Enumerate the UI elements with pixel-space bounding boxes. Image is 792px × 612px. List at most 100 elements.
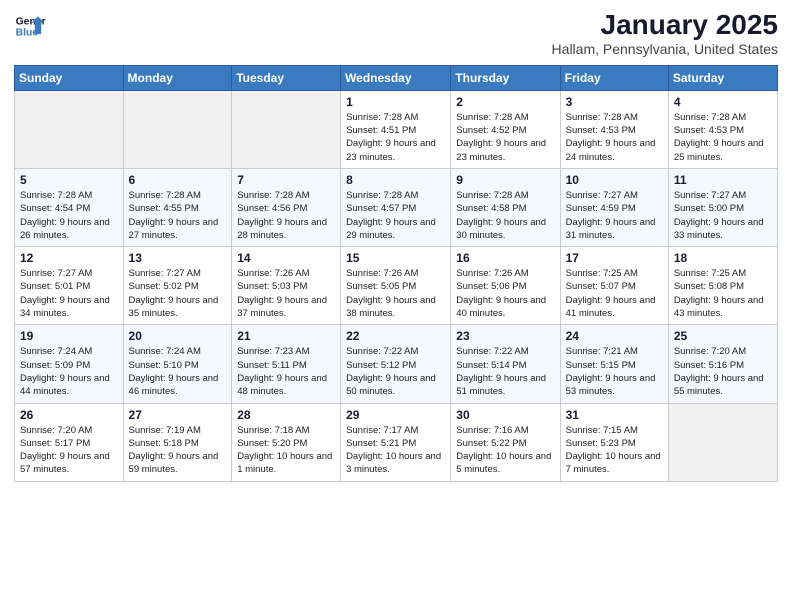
cell-day-number: 31 <box>566 408 663 422</box>
cell-day-number: 12 <box>20 251 118 265</box>
cell-day-number: 24 <box>566 329 663 343</box>
cell-day-number: 20 <box>129 329 227 343</box>
calendar-cell: 25Sunrise: 7:20 AM Sunset: 5:16 PM Dayli… <box>668 325 777 403</box>
calendar-cell: 30 Sunrise: 7:16 AM Sunset: 5:22 PM Dayli… <box>451 403 560 481</box>
cell-info-text: Sunrise: 7:28 AM Sunset: 4:57 PM Dayligh… <box>346 189 445 242</box>
cell-info-text: Sunrise: 7:28 AM Sunset: 4:56 PM Dayligh… <box>237 189 335 242</box>
cell-info-text: Sunrise: 7:26 AM Sunset: 5:05 PM Dayligh… <box>346 267 445 320</box>
cell-day-number: 2 <box>456 95 554 109</box>
calendar-cell: 22 Sunrise: 7:22 AM Sunset: 5:12 PM Dayli… <box>341 325 451 403</box>
logo-icon: General Blue <box>14 10 46 42</box>
cell-day-number: 5 <box>20 173 118 187</box>
cell-info-text: Sunrise: 7:16 AM Sunset: 5:22 PM Dayligh… <box>456 424 554 477</box>
weekday-header-monday: Monday <box>123 65 232 90</box>
calendar-cell: 12 Sunrise: 7:27 AM Sunset: 5:01 PM Dayli… <box>15 247 124 325</box>
cell-day-number: 28 <box>237 408 335 422</box>
cell-info-text: Sunrise: 7:25 AM Sunset: 5:08 PM Dayligh… <box>674 267 772 320</box>
calendar-table: SundayMondayTuesdayWednesdayThursdayFrid… <box>14 65 778 482</box>
calendar-cell: 1 Sunrise: 7:28 AM Sunset: 4:51 PM Daylig… <box>341 90 451 168</box>
cell-info-text: Sunrise: 7:24 AM Sunset: 5:10 PM Dayligh… <box>129 345 227 398</box>
cell-day-number: 22 <box>346 329 445 343</box>
weekday-header-row: SundayMondayTuesdayWednesdayThursdayFrid… <box>15 65 778 90</box>
calendar-cell: 18Sunrise: 7:25 AM Sunset: 5:08 PM Dayli… <box>668 247 777 325</box>
cell-day-number: 19 <box>20 329 118 343</box>
cell-info-text: Sunrise: 7:27 AM Sunset: 4:59 PM Dayligh… <box>566 189 663 242</box>
cell-day-number: 11 <box>674 173 772 187</box>
calendar-cell: 3 Sunrise: 7:28 AM Sunset: 4:53 PM Daylig… <box>560 90 668 168</box>
cell-info-text: Sunrise: 7:28 AM Sunset: 4:52 PM Dayligh… <box>456 111 554 164</box>
calendar-body: 1 Sunrise: 7:28 AM Sunset: 4:51 PM Daylig… <box>15 90 778 481</box>
cell-info-text: Sunrise: 7:27 AM Sunset: 5:02 PM Dayligh… <box>129 267 227 320</box>
calendar-week-3: 12 Sunrise: 7:27 AM Sunset: 5:01 PM Dayli… <box>15 247 778 325</box>
cell-day-number: 7 <box>237 173 335 187</box>
calendar-cell: 19 Sunrise: 7:24 AM Sunset: 5:09 PM Dayli… <box>15 325 124 403</box>
cell-info-text: Sunrise: 7:20 AM Sunset: 5:16 PM Dayligh… <box>674 345 772 398</box>
weekday-header-thursday: Thursday <box>451 65 560 90</box>
calendar-header: SundayMondayTuesdayWednesdayThursdayFrid… <box>15 65 778 90</box>
calendar-cell: 9 Sunrise: 7:28 AM Sunset: 4:58 PM Daylig… <box>451 168 560 246</box>
calendar-subtitle: Hallam, Pennsylvania, United States <box>552 41 778 57</box>
weekday-header-friday: Friday <box>560 65 668 90</box>
calendar-cell <box>232 90 341 168</box>
cell-info-text: Sunrise: 7:20 AM Sunset: 5:17 PM Dayligh… <box>20 424 118 477</box>
cell-info-text: Sunrise: 7:28 AM Sunset: 4:54 PM Dayligh… <box>20 189 118 242</box>
calendar-cell: 23Sunrise: 7:22 AM Sunset: 5:14 PM Dayli… <box>451 325 560 403</box>
calendar-cell: 15 Sunrise: 7:26 AM Sunset: 5:05 PM Dayli… <box>341 247 451 325</box>
cell-day-number: 30 <box>456 408 554 422</box>
cell-day-number: 14 <box>237 251 335 265</box>
calendar-cell: 20 Sunrise: 7:24 AM Sunset: 5:10 PM Dayli… <box>123 325 232 403</box>
cell-day-number: 4 <box>674 95 772 109</box>
cell-info-text: Sunrise: 7:17 AM Sunset: 5:21 PM Dayligh… <box>346 424 445 477</box>
cell-info-text: Sunrise: 7:18 AM Sunset: 5:20 PM Dayligh… <box>237 424 335 477</box>
calendar-cell: 10 Sunrise: 7:27 AM Sunset: 4:59 PM Dayli… <box>560 168 668 246</box>
cell-day-number: 13 <box>129 251 227 265</box>
cell-day-number: 15 <box>346 251 445 265</box>
cell-day-number: 10 <box>566 173 663 187</box>
cell-info-text: Sunrise: 7:19 AM Sunset: 5:18 PM Dayligh… <box>129 424 227 477</box>
cell-day-number: 21 <box>237 329 335 343</box>
cell-info-text: Sunrise: 7:27 AM Sunset: 5:01 PM Dayligh… <box>20 267 118 320</box>
weekday-header-wednesday: Wednesday <box>341 65 451 90</box>
calendar-cell: 28 Sunrise: 7:18 AM Sunset: 5:20 PM Dayli… <box>232 403 341 481</box>
calendar-cell: 4 Sunrise: 7:28 AM Sunset: 4:53 PM Daylig… <box>668 90 777 168</box>
cell-info-text: Sunrise: 7:28 AM Sunset: 4:58 PM Dayligh… <box>456 189 554 242</box>
calendar-cell: 11 Sunrise: 7:27 AM Sunset: 5:00 PM Dayli… <box>668 168 777 246</box>
cell-info-text: Sunrise: 7:26 AM Sunset: 5:03 PM Dayligh… <box>237 267 335 320</box>
calendar-cell: 17 Sunrise: 7:25 AM Sunset: 5:07 PM Dayli… <box>560 247 668 325</box>
calendar-cell: 26 Sunrise: 7:20 AM Sunset: 5:17 PM Dayli… <box>15 403 124 481</box>
weekday-header-tuesday: Tuesday <box>232 65 341 90</box>
cell-day-number: 29 <box>346 408 445 422</box>
calendar-cell <box>15 90 124 168</box>
cell-info-text: Sunrise: 7:27 AM Sunset: 5:00 PM Dayligh… <box>674 189 772 242</box>
calendar-cell: 13 Sunrise: 7:27 AM Sunset: 5:02 PM Dayli… <box>123 247 232 325</box>
cell-info-text: Sunrise: 7:28 AM Sunset: 4:51 PM Dayligh… <box>346 111 445 164</box>
calendar-cell <box>668 403 777 481</box>
weekday-header-sunday: Sunday <box>15 65 124 90</box>
cell-day-number: 17 <box>566 251 663 265</box>
cell-day-number: 23 <box>456 329 554 343</box>
page: General Blue January 2025 Hallam, Pennsy… <box>0 0 792 612</box>
calendar-cell: 27 Sunrise: 7:19 AM Sunset: 5:18 PM Dayli… <box>123 403 232 481</box>
calendar-cell: 8 Sunrise: 7:28 AM Sunset: 4:57 PM Daylig… <box>341 168 451 246</box>
calendar-cell: 29 Sunrise: 7:17 AM Sunset: 5:21 PM Dayli… <box>341 403 451 481</box>
cell-info-text: Sunrise: 7:23 AM Sunset: 5:11 PM Dayligh… <box>237 345 335 398</box>
calendar-cell: 6Sunrise: 7:28 AM Sunset: 4:55 PM Daylig… <box>123 168 232 246</box>
cell-day-number: 27 <box>129 408 227 422</box>
calendar-cell: 7 Sunrise: 7:28 AM Sunset: 4:56 PM Daylig… <box>232 168 341 246</box>
logo: General Blue <box>14 10 46 42</box>
cell-day-number: 9 <box>456 173 554 187</box>
cell-day-number: 3 <box>566 95 663 109</box>
calendar-week-5: 26 Sunrise: 7:20 AM Sunset: 5:17 PM Dayli… <box>15 403 778 481</box>
cell-day-number: 8 <box>346 173 445 187</box>
cell-info-text: Sunrise: 7:26 AM Sunset: 5:06 PM Dayligh… <box>456 267 554 320</box>
calendar-cell: 16Sunrise: 7:26 AM Sunset: 5:06 PM Dayli… <box>451 247 560 325</box>
cell-day-number: 1 <box>346 95 445 109</box>
cell-info-text: Sunrise: 7:24 AM Sunset: 5:09 PM Dayligh… <box>20 345 118 398</box>
cell-day-number: 26 <box>20 408 118 422</box>
cell-info-text: Sunrise: 7:25 AM Sunset: 5:07 PM Dayligh… <box>566 267 663 320</box>
cell-info-text: Sunrise: 7:28 AM Sunset: 4:53 PM Dayligh… <box>566 111 663 164</box>
title-block: January 2025 Hallam, Pennsylvania, Unite… <box>552 10 778 57</box>
cell-info-text: Sunrise: 7:22 AM Sunset: 5:12 PM Dayligh… <box>346 345 445 398</box>
cell-info-text: Sunrise: 7:21 AM Sunset: 5:15 PM Dayligh… <box>566 345 663 398</box>
cell-info-text: Sunrise: 7:28 AM Sunset: 4:53 PM Dayligh… <box>674 111 772 164</box>
